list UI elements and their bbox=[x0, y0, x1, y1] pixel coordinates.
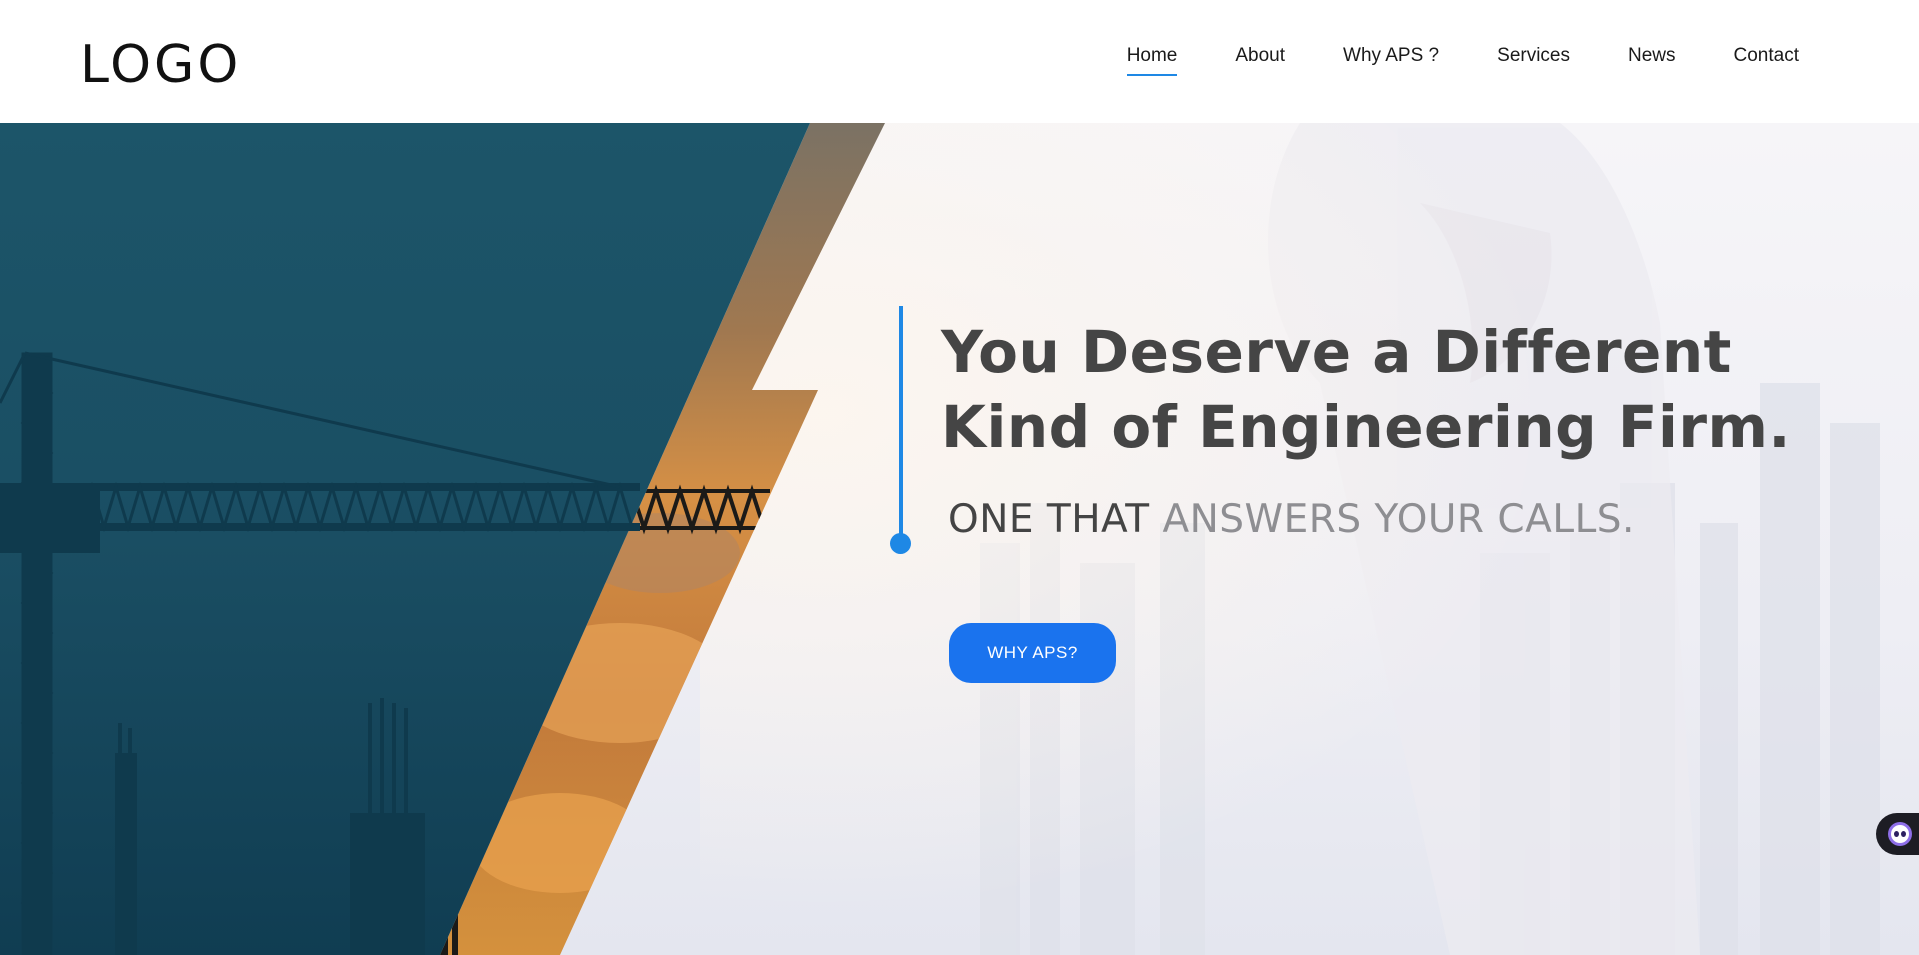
site-header: LOGO Home About Why APS ? Services News … bbox=[0, 0, 1919, 123]
subline-part-1: ONE THAT bbox=[948, 497, 1163, 542]
hero-headline: You Deserve a Different Kind of Engineer… bbox=[941, 315, 1791, 465]
accent-line bbox=[899, 306, 903, 540]
hero-subline: ONE THAT ANSWERS YOUR CALLS. bbox=[948, 495, 1635, 545]
nav-news[interactable]: News bbox=[1628, 45, 1676, 73]
hero-section: You Deserve a Different Kind of Engineer… bbox=[0, 123, 1919, 955]
logo[interactable]: LOGO bbox=[80, 34, 241, 96]
accent-dot bbox=[890, 533, 911, 554]
nav-about[interactable]: About bbox=[1235, 45, 1285, 73]
main-nav: Home About Why APS ? Services News Conta… bbox=[1126, 45, 1799, 76]
chat-bot-icon bbox=[1888, 822, 1912, 846]
headline-line-2: Kind of Engineering Firm. bbox=[941, 393, 1791, 461]
chat-widget-button[interactable] bbox=[1876, 813, 1919, 855]
nav-services[interactable]: Services bbox=[1497, 45, 1570, 73]
nav-contact[interactable]: Contact bbox=[1734, 45, 1799, 73]
headline-line-1: You Deserve a Different bbox=[941, 318, 1732, 386]
why-aps-button[interactable]: WHY APS? bbox=[949, 623, 1116, 683]
nav-home[interactable]: Home bbox=[1126, 45, 1177, 76]
nav-why-aps[interactable]: Why APS ? bbox=[1343, 45, 1439, 73]
subline-part-2: ANSWERS YOUR CALLS. bbox=[1162, 497, 1635, 542]
